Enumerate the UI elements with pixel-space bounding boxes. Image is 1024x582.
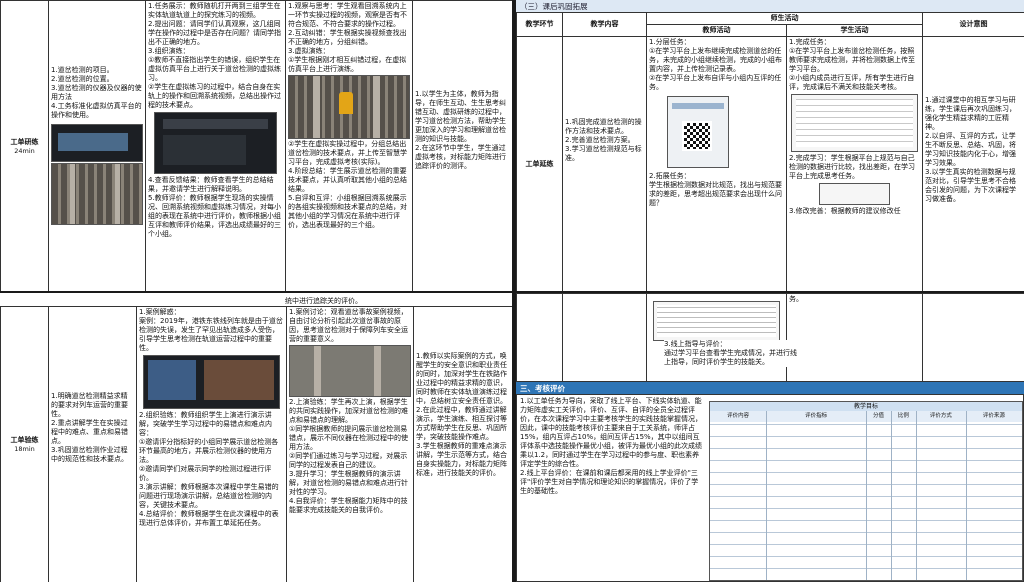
worker-on-track-photo: [288, 75, 410, 139]
student-activity-text-1: 1.观察与思考：学生观看回溯系统内上一环节实操过程的视频，观察是否有不符合规范、…: [288, 2, 407, 73]
teacher-activity-text-2: 2.组织验练：教师组织学生上演进行演示讲解，突破学生学习过程中的易错点和难点内容…: [139, 411, 279, 527]
col-ratio: 比例: [897, 413, 909, 419]
content-cell: 1.巩固完成道岔检测的操作方法和技术要点。 2.完善道岔检测方案。 3.学习道岔…: [562, 36, 647, 291]
teacher-activity-cell: [646, 293, 787, 382]
header-intent: 设计意图: [922, 12, 1024, 37]
evaluation-text: 1.以工单任务为导向，采取了线上平台、下线实体轨道、能力矩阵虚实工关评价，评价、…: [520, 397, 702, 495]
design-intent-cell: 1.教师以实际案例的方式，唤醒学生的安全意识和职业责任的同时，加深对学生在铁路作…: [413, 306, 512, 582]
record-form-screenshot: [791, 94, 918, 152]
header-student: 学生活动: [786, 24, 923, 37]
header-activities: 师生活动: [646, 12, 923, 25]
goals-text: 1.明确道岔检测精益求精的要求对列车运营的重要性。 2.重点讲解学生在实操过程中…: [51, 392, 128, 463]
col-method: 评价方式: [929, 413, 952, 419]
teacher-activity-text-2: 2.拓展任务： 学生根据检测数据对比规范，找出与规范要求的差距，思考超出规范要求…: [649, 172, 782, 207]
col-score: 分值: [872, 413, 884, 419]
stage-duration: 18min: [14, 445, 35, 453]
teacher-activity-cell: 1.案例解惑： 案例：2019年，港铁东铁线列车就是由于道岔检测的失误，发生了罕…: [136, 306, 287, 582]
design-intent-text: 1.教师以实际案例的方式，唤醒学生的安全意识和职业责任的同时，加深对学生在铁路作…: [416, 352, 507, 477]
lesson-table-top-right: 教学环节 教学内容 师生活动 设计意图 教师活动 学生活动 工单延练 1.巩固完…: [516, 12, 1024, 291]
student-continued-text: 务。: [789, 295, 803, 303]
grading-sheet-screenshot: [653, 301, 780, 341]
design-intent-cell: 1.通过课堂中的相互学习与研练，学生课后再次巩固练习，强化学生精益求精的工匠精神…: [922, 36, 1024, 291]
track-photo: [51, 163, 143, 225]
student-activity-text-2: ②学生在虚拟实操过程中，分组总结出道岔检测的技术要点，并上传至智慧学习平台，完成…: [288, 140, 407, 229]
teacher-activity-text-2: 4.查看反馈结果：教师查看学生的总结结果，并邀请学生进行解释说明。 5.教师评价…: [148, 176, 281, 238]
header-teacher: 教师活动: [646, 24, 787, 37]
evaluation-table-header: 教学目标: [710, 402, 1022, 411]
platform-screenshot: [819, 183, 890, 205]
col-content: 评价内容: [727, 413, 750, 419]
continued-table: 务。: [516, 293, 1024, 382]
page-bottom-right: 务。 3.线上指导与评价： 通过学习平台查看学生完成情况，并进行线上指导，同时评…: [516, 293, 1024, 582]
phone-screenshot: [667, 96, 729, 168]
student-activity-text-2: 2.上演验练：学生再次上演，根据学生的共同实践操作，加深对道岔检测的难点和易错点…: [289, 398, 408, 514]
stage-name: 工单延练: [525, 159, 554, 168]
design-intent-cell: 1.以学生为主体，教师为指导，在师生互动、生生思考纠错互动、虚拟研练的过程中，学…: [412, 0, 512, 291]
goals-cell: 1.道岔检测的项目。 2.道岔检测的位置。 3.道岔检测的仪器及仪器的使用方法 …: [48, 0, 146, 291]
page-top-left: 工单研练 24min 1.道岔检测的项目。 2.道岔检测的位置。 3.道岔检测的…: [0, 0, 512, 291]
content-text: 1.巩固完成道岔检测的操作方法和技术要点。 2.完善道岔检测方案。 3.学习道岔…: [565, 118, 642, 162]
student-activity-cell: 1.完成任务： ①在学习平台上发布道岔检测任务，按照教师要求完成检测，并将检测数…: [786, 36, 923, 291]
col-indicator: 评价指标: [805, 413, 828, 419]
system-screenshot: [154, 112, 277, 174]
teacher-activity-cell: 1.分层任务： ①在学习平台上发布继续完成检测道岔的任务，未完成的小组继续检测，…: [646, 36, 787, 291]
goals-cell: 1.明确道岔检测精益求精的要求对列车运营的重要性。 2.重点讲解学生在实操过程中…: [48, 306, 137, 582]
header-content: 教学内容: [562, 12, 647, 37]
lesson-table-top-left: 工单研练 24min 1.道岔检测的项目。 2.道岔检测的位置。 3.道岔检测的…: [0, 0, 512, 291]
evaluation-table-image: 教学目标 评价内容 评价指标 分值 比例 评价方式 评价来源: [709, 401, 1023, 581]
evaluation-box: 1.以工单任务为导向，采取了线上平台、下线实体轨道、能力矩阵虚实工关评价，评价、…: [516, 394, 1024, 582]
design-intent-text: 1.以学生为主体，教师为指导，在师生互动、生生思考纠错互动、虚拟研练的过程中，学…: [415, 90, 506, 170]
student-activity-cell: 务。: [786, 293, 923, 382]
teacher-activity-text-1: 1.案例解惑： 案例：2019年，港铁东铁线列车就是由于道岔检测的失误，发生了罕…: [139, 308, 283, 352]
teacher-activity-cell: 1.任务展示：教师随机打开两到三组学生在实体轨道轨道上的探究练习的视频。 2.提…: [145, 0, 286, 291]
stage-cell: 工单研练 24min: [0, 0, 49, 291]
stage-cell: 工单延练: [516, 36, 563, 291]
simulation-screenshot: [51, 124, 143, 162]
lesson-table-bottom-left: 工单验练 18min 1.明确道岔检测精益求精的要求对列车运营的重要性。 2.重…: [0, 306, 512, 582]
page-bottom-left: 统中进行追踪关的评价。 工单验练 18min 1.明确道岔检测精益求精的要求对列…: [0, 293, 512, 582]
goals-text: 1.道岔检测的项目。 2.道岔检测的位置。 3.道岔检测的仪器及仪器的使用方法 …: [51, 66, 142, 119]
page-top-right: （三）课后巩固拓展 教学环节 教学内容 师生活动 设计意图 教师活动 学生活动 …: [516, 0, 1024, 291]
student-activity-text-3: 3.修改完善：根据教师的建议修改任: [789, 207, 901, 215]
case-video-screenshot: [143, 355, 280, 409]
continued-text: 统中进行追踪关的评价。: [285, 297, 362, 305]
stage-name: 工单研练: [10, 137, 39, 146]
student-activity-cell: 1.案例讨论：观看道岔事故案例视频，自由讨论分析引起此次道岔事故的原因，思考道岔…: [286, 306, 414, 582]
student-activity-text-1: 1.案例讨论：观看道岔事故案例视频，自由讨论分析引起此次道岔事故的原因，思考道岔…: [289, 308, 408, 343]
stage-cell: 工单验练 18min: [0, 306, 49, 582]
teacher-online-guidance-text: 3.线上指导与评价： 通过学习平台查看学生完成情况，并进行线上指导，同时评价学生…: [664, 340, 800, 367]
teacher-activity-text-1: 1.任务展示：教师随机打开两到三组学生在实体轨道轨道上的探究练习的视频。 2.提…: [148, 2, 281, 109]
horizontal-divider: [0, 291, 1024, 293]
crowd-on-track-photo: [289, 345, 411, 397]
student-activity-text-1: 1.完成任务： ①在学习平台上发布道岔检测任务，按照教师要求完成检测，并将检测数…: [789, 38, 915, 91]
student-activity-text-2: 2.完成学习：学生根据平台上规范与自己检测的数据进行比较，找出差距，在学习平台上…: [789, 154, 915, 180]
stage-duration: 24min: [14, 146, 35, 155]
teacher-activity-text-1: 1.分层任务： ①在学习平台上发布继续完成检测道岔的任务，未完成的小组继续检测，…: [649, 38, 782, 91]
stage-name: 工单验练: [10, 436, 39, 444]
student-activity-cell: 1.观察与思考：学生观看回溯系统内上一环节实操过程的视频，观察是否有不符合规范、…: [285, 0, 413, 291]
design-intent-text: 1.通过课堂中的相互学习与研练，学生课后再次巩固练习，强化学生精益求精的工匠精神…: [925, 96, 1016, 203]
header-stage: 教学环节: [516, 12, 563, 37]
col-source: 评价来源: [982, 413, 1005, 419]
